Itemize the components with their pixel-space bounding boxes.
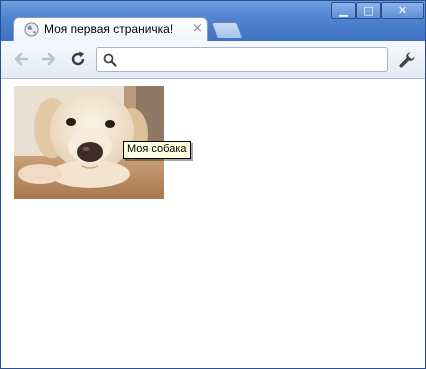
globe-icon	[24, 22, 39, 37]
arrow-right-icon[interactable]	[39, 49, 59, 69]
maximize-icon: □	[363, 4, 374, 17]
browser-window: Моя первая страничка! × ▁ □ ✕ Моя собака	[0, 0, 426, 369]
close-icon: ✕	[397, 4, 408, 17]
arrow-left-icon[interactable]	[11, 49, 31, 69]
maximize-button[interactable]: □	[356, 2, 381, 19]
wrench-icon[interactable]	[397, 50, 417, 70]
image-tooltip: Моя собака	[123, 141, 191, 159]
address-bar[interactable]	[96, 47, 388, 72]
address-input[interactable]	[123, 50, 385, 70]
minimize-icon: ▁	[339, 4, 348, 17]
title-bar: Моя первая страничка! × ▁ □ ✕	[1, 1, 425, 41]
new-tab-button[interactable]	[211, 22, 243, 38]
minimize-button[interactable]: ▁	[331, 2, 356, 19]
tab-active[interactable]: Моя первая страничка! ×	[13, 17, 208, 41]
tab-title: Моя первая страничка!	[44, 22, 174, 36]
search-icon	[103, 53, 117, 67]
close-window-button[interactable]: ✕	[381, 2, 424, 19]
page-content: Моя собака	[1, 79, 425, 368]
tab-close-icon[interactable]: ×	[192, 21, 203, 36]
toolbar	[1, 41, 425, 79]
reload-icon[interactable]	[68, 49, 88, 69]
